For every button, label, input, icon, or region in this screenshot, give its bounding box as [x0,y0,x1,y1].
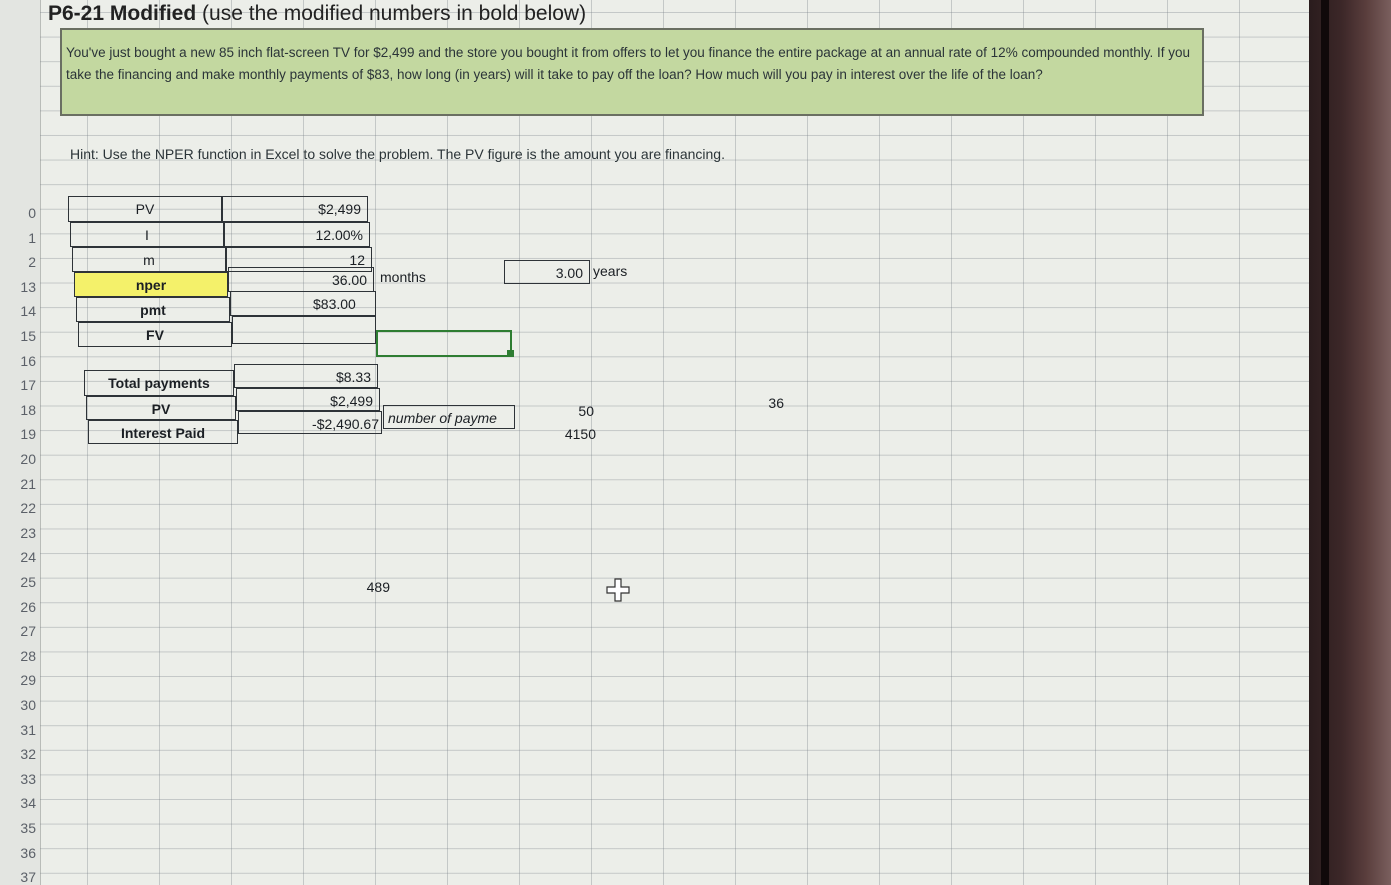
row-number[interactable]: 33 [20,771,36,787]
row-number[interactable]: 19 [20,426,36,442]
row-number[interactable]: 20 [20,451,36,467]
cell-years-value[interactable]: 3.00 [504,260,590,284]
cell-interest-value[interactable]: -$2,490.67 [238,411,382,434]
row-number[interactable]: 2 [28,254,36,270]
row-number[interactable]: 31 [20,722,36,738]
problem-statement[interactable]: You've just bought a new 85 inch flat-sc… [60,28,1204,116]
row-number[interactable]: 25 [20,574,36,590]
cell-m-label[interactable]: m [72,247,226,272]
row-number[interactable]: 37 [20,869,36,885]
row-number[interactable]: 29 [20,672,36,688]
row-header-column: 0 1 2 13 14 15 16 17 18 19 20 21 22 23 24 25 26 27 28 29 30 3… [0,0,41,885]
row-number[interactable]: 22 [20,500,36,516]
row-number[interactable]: 24 [20,549,36,565]
cell-summary-pv-label[interactable]: PV [86,396,236,420]
cell-select-cursor-icon [606,578,630,602]
row-number[interactable]: 35 [20,820,36,836]
row-number[interactable]: 17 [20,377,36,393]
monitor-bezel [1309,0,1391,885]
cell-value-50[interactable]: 50 [540,399,600,423]
title-sub: (use the modified numbers in bold below) [202,2,587,25]
cell-value-36[interactable]: 36 [730,391,790,415]
row-number[interactable]: 21 [20,476,36,492]
cell-interest-label[interactable]: Interest Paid [88,420,238,444]
cell-nper-value[interactable]: 36.00 [228,267,374,292]
cell-pv-value[interactable]: $2,499 [222,196,368,222]
row-number[interactable]: 32 [20,746,36,762]
cell-i-label[interactable]: I [70,222,224,247]
row-number[interactable]: 34 [20,795,36,811]
row-number[interactable]: 0 [28,205,36,221]
row-number[interactable]: 23 [20,525,36,541]
fill-handle[interactable] [507,350,514,357]
cell-summary-pv-value[interactable]: $2,499 [236,388,380,411]
cell-pv-label[interactable]: PV [68,196,222,222]
row-number[interactable]: 26 [20,599,36,615]
cell-total-payments-value[interactable]: $8.33 [234,364,378,388]
cell-years-unit[interactable]: years [593,259,653,283]
cell-i-value[interactable]: 12.00% [224,222,370,247]
row-number[interactable]: 30 [20,697,36,713]
cell-nper-unit[interactable]: months [378,265,488,290]
cell-total-payments-label[interactable]: Total payments [84,370,234,396]
row-number[interactable]: 14 [20,303,36,319]
cell-fv-label[interactable]: FV [78,322,232,347]
cell-pmt-label[interactable]: pmt [76,297,230,322]
row-number[interactable]: 27 [20,623,36,639]
cell-value-4150[interactable]: 4150 [540,422,602,446]
cell-nper-label[interactable]: nper [74,272,228,297]
cell-pmt-value[interactable]: $83.00 [230,291,376,316]
row-number[interactable]: 18 [20,402,36,418]
cell-number-of-payments[interactable]: number of payme [383,405,515,429]
row-number[interactable]: 16 [20,353,36,369]
row-number[interactable]: 13 [20,279,36,295]
row-number[interactable]: 36 [20,845,36,861]
cell-fv-value[interactable] [232,316,376,344]
row-number[interactable]: 1 [28,230,36,246]
title-main: P6-21 Modified [48,2,197,25]
selected-cell[interactable] [376,330,512,357]
row-number[interactable]: 28 [20,648,36,664]
cell-value-489[interactable]: 489 [330,575,396,599]
hint-text[interactable]: Hint: Use the NPER function in Excel to … [70,146,725,162]
row-number[interactable]: 15 [20,328,36,344]
sheet-title: P6-21 Modified (use the modified numbers… [48,2,586,26]
